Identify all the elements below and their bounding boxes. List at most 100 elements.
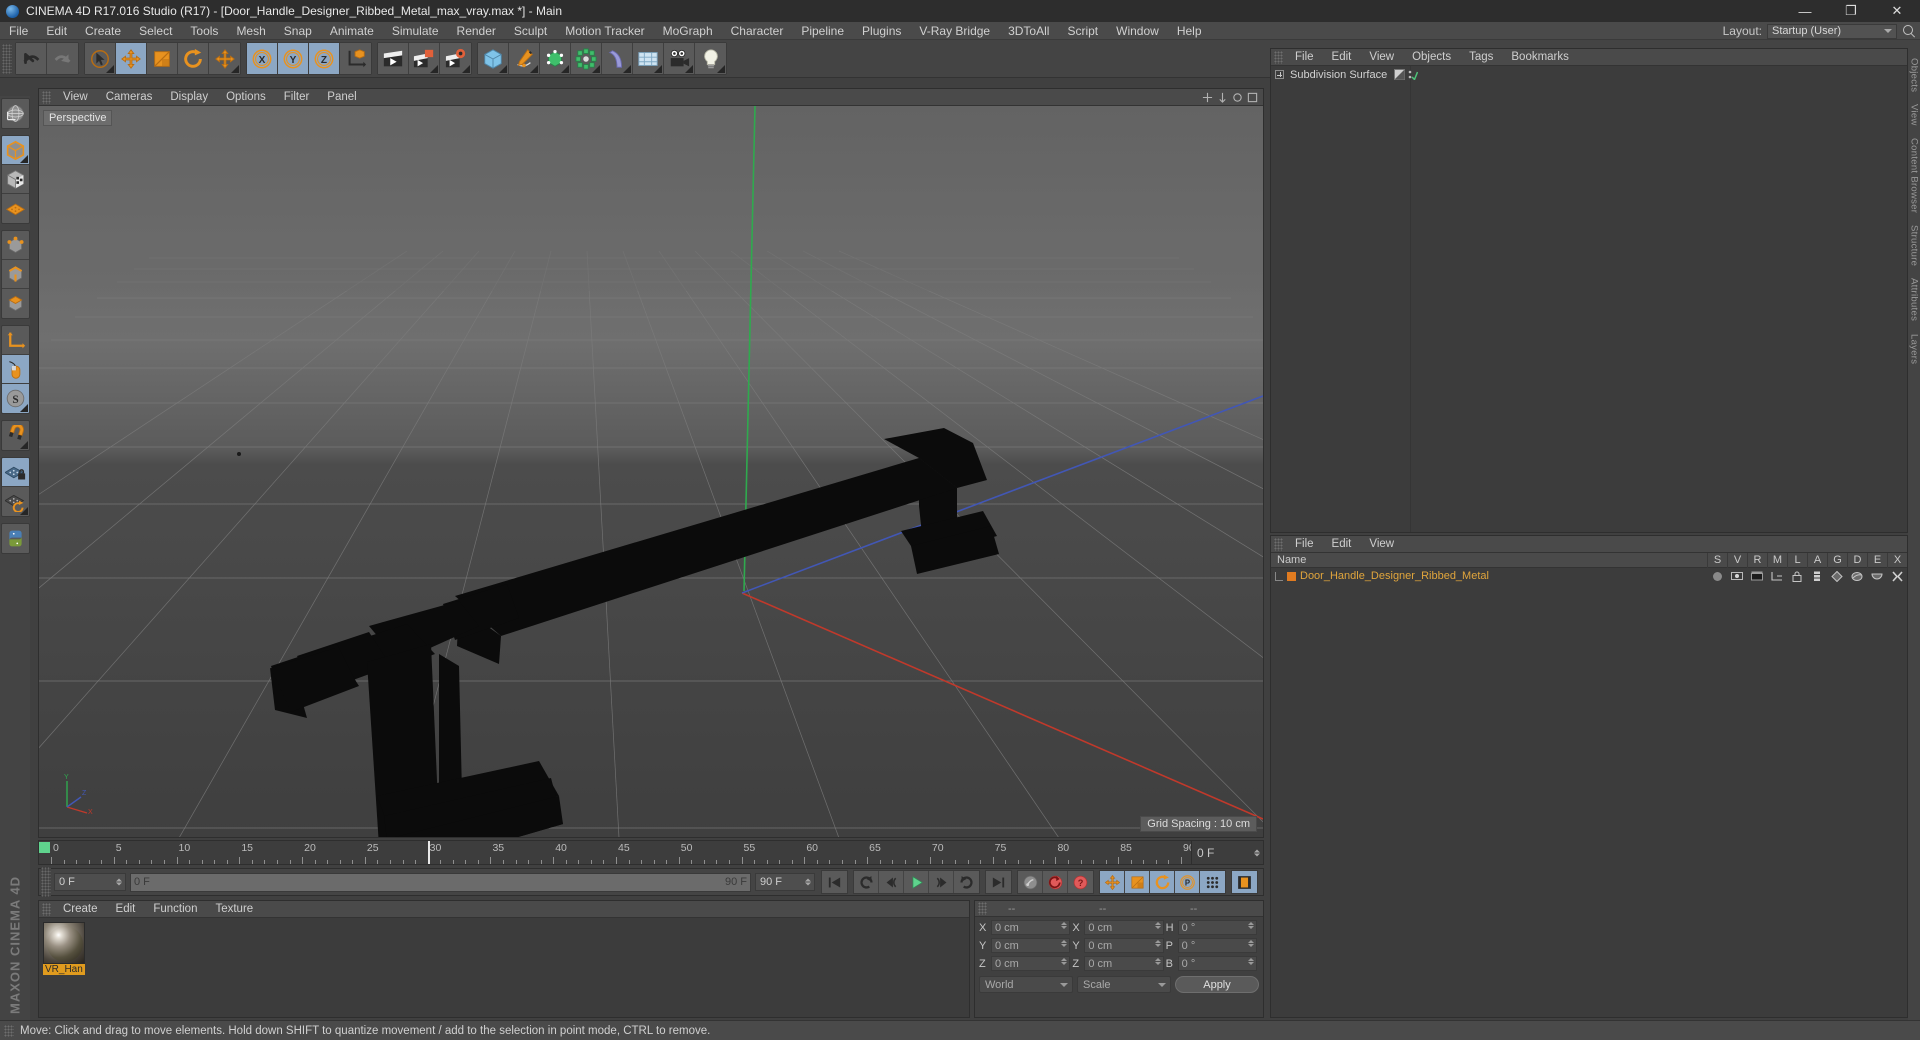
material-manager-menu-texture[interactable]: Texture — [206, 901, 262, 918]
cube-primitive-button[interactable] — [478, 43, 509, 74]
go-to-start-button[interactable] — [822, 871, 847, 893]
redo-button[interactable] — [47, 43, 78, 74]
dock-tab-objects[interactable]: Objects — [1909, 52, 1920, 98]
rotate-tool-button[interactable] — [178, 43, 209, 74]
layer-cell-d[interactable] — [1847, 571, 1867, 582]
edges-mode-button[interactable] — [1, 260, 29, 289]
keyframe-selection-button[interactable]: ? — [1068, 871, 1093, 893]
spinner-icon[interactable] — [1247, 940, 1254, 947]
workplane-rotate-button[interactable] — [1, 487, 29, 516]
menu-file[interactable]: File — [0, 22, 37, 40]
workplane-lock-button[interactable] — [1, 458, 29, 487]
axis-z-button[interactable]: Z — [309, 43, 340, 74]
pan-icon[interactable] — [1202, 92, 1213, 103]
material-manager-menu-edit[interactable]: Edit — [107, 901, 145, 918]
minimize-button[interactable]: — — [1782, 0, 1828, 22]
spinner-icon[interactable] — [1154, 922, 1161, 929]
material-manager-menu-create[interactable]: Create — [54, 901, 107, 918]
menu-sculpt[interactable]: Sculpt — [505, 22, 556, 40]
menu-character[interactable]: Character — [722, 22, 793, 40]
step-back-button[interactable] — [879, 871, 904, 893]
dock-tab-view[interactable]: View — [1909, 98, 1920, 132]
layer-cell-l[interactable] — [1787, 571, 1807, 582]
layer-cell-e[interactable] — [1867, 572, 1887, 581]
record-active-objects-button[interactable] — [1018, 871, 1043, 893]
phong-tag-icon[interactable] — [1407, 69, 1419, 80]
coordinates-grip[interactable] — [978, 902, 987, 915]
layer-cell-x[interactable] — [1887, 570, 1907, 582]
display-tag-icon[interactable] — [1394, 69, 1406, 80]
render-settings-button[interactable] — [440, 43, 471, 74]
scale-tool-button[interactable] — [147, 43, 178, 74]
zoom-icon[interactable] — [1217, 92, 1228, 103]
layer-manager-menu-view[interactable]: View — [1360, 536, 1403, 553]
material-list[interactable]: VR_Han — [39, 918, 969, 1017]
scale-key-button[interactable] — [1125, 871, 1150, 893]
layer-column-x[interactable]: X — [1887, 552, 1907, 568]
menu-v-ray-bridge[interactable]: V-Ray Bridge — [910, 22, 999, 40]
menu-mograph[interactable]: MoGraph — [654, 22, 722, 40]
world-coordinate-button[interactable] — [340, 43, 371, 74]
camera-button[interactable] — [664, 43, 695, 74]
coordinate-system-dropdown[interactable]: World — [979, 976, 1073, 993]
floor-environment-button[interactable] — [633, 43, 664, 74]
object-manager-grip[interactable] — [1274, 50, 1283, 64]
menu-tools[interactable]: Tools — [181, 22, 227, 40]
menu-select[interactable]: Select — [130, 22, 181, 40]
object-manager-menu-view[interactable]: View — [1360, 49, 1403, 66]
menu-render[interactable]: Render — [448, 22, 505, 40]
workplane-mode-button[interactable] — [1, 194, 29, 223]
magnet-tool-button[interactable] — [1, 421, 29, 450]
points-mode-button[interactable] — [1, 231, 29, 260]
layer-manager-menu-file[interactable]: File — [1286, 536, 1323, 553]
light-button[interactable] — [695, 43, 726, 74]
layer-column-l[interactable]: L — [1787, 552, 1807, 568]
model-mode-button[interactable] — [1, 136, 29, 165]
preview-range-bar[interactable]: 0 F 90 F — [130, 872, 751, 892]
menu-pipeline[interactable]: Pipeline — [792, 22, 853, 40]
python-console-button[interactable] — [1, 524, 29, 553]
viewport-grip[interactable] — [42, 90, 51, 104]
material-manager-menu-function[interactable]: Function — [144, 901, 206, 918]
render-view-button[interactable] — [378, 43, 409, 74]
live-selection-button[interactable] — [85, 43, 116, 74]
coord-field-size-x[interactable]: 0 cm — [1084, 920, 1164, 935]
layer-color-swatch[interactable] — [1287, 571, 1296, 581]
spinner-icon[interactable] — [1154, 940, 1161, 947]
polygons-mode-button[interactable] — [1, 289, 29, 318]
layer-column-s[interactable]: S — [1707, 552, 1727, 568]
object-manager-menu-tags[interactable]: Tags — [1460, 49, 1502, 66]
viewport-menu-panel[interactable]: Panel — [318, 89, 365, 106]
menu-help[interactable]: Help — [1168, 22, 1211, 40]
dock-tab-content-browser[interactable]: Content Browser — [1909, 132, 1920, 219]
timeline-current-frame-field[interactable]: 0 F — [1191, 841, 1263, 864]
array-generator-button[interactable] — [571, 43, 602, 74]
world-axis-button[interactable] — [1, 99, 29, 128]
timeline-button[interactable] — [1232, 871, 1257, 893]
rotation-key-button[interactable] — [1150, 871, 1175, 893]
layer-manager-menu-edit[interactable]: Edit — [1323, 536, 1361, 553]
layer-name-cell[interactable]: Door_Handle_Designer_Ribbed_Metal — [1271, 570, 1707, 582]
play-button[interactable] — [904, 871, 929, 893]
layer-cell-r[interactable] — [1747, 571, 1767, 581]
coord-field-size-z[interactable]: 0 cm — [1084, 956, 1164, 971]
viewport-3d[interactable]: Perspective Y X Z Grid Spacing: 10 cm — [39, 106, 1263, 837]
previous-key-button[interactable] — [854, 871, 879, 893]
layer-cell-m[interactable] — [1767, 571, 1787, 581]
move-axis-button[interactable] — [209, 43, 240, 74]
coord-field-rot-p[interactable]: 0 ° — [1177, 938, 1257, 953]
parameter-key-button[interactable]: P — [1175, 871, 1200, 893]
object-manager-menu-objects[interactable]: Objects — [1403, 49, 1460, 66]
current-time-field[interactable]: 0 F — [54, 873, 126, 891]
coord-field-rot-b[interactable]: 0 ° — [1177, 956, 1257, 971]
menu-script[interactable]: Script — [1058, 22, 1107, 40]
viewport-menu-cameras[interactable]: Cameras — [97, 89, 162, 106]
layer-cell-v[interactable] — [1727, 571, 1747, 581]
coordinate-mode-dropdown[interactable]: Scale — [1077, 976, 1171, 993]
object-tree[interactable]: Subdivision Surface — [1271, 66, 1419, 532]
material-manager-grip[interactable] — [42, 902, 51, 916]
table-row[interactable]: Door_Handle_Designer_Ribbed_Metal — [1271, 568, 1907, 584]
spinner-icon[interactable] — [1061, 940, 1068, 947]
menu-create[interactable]: Create — [76, 22, 130, 40]
spinner-icon[interactable] — [1247, 958, 1254, 965]
